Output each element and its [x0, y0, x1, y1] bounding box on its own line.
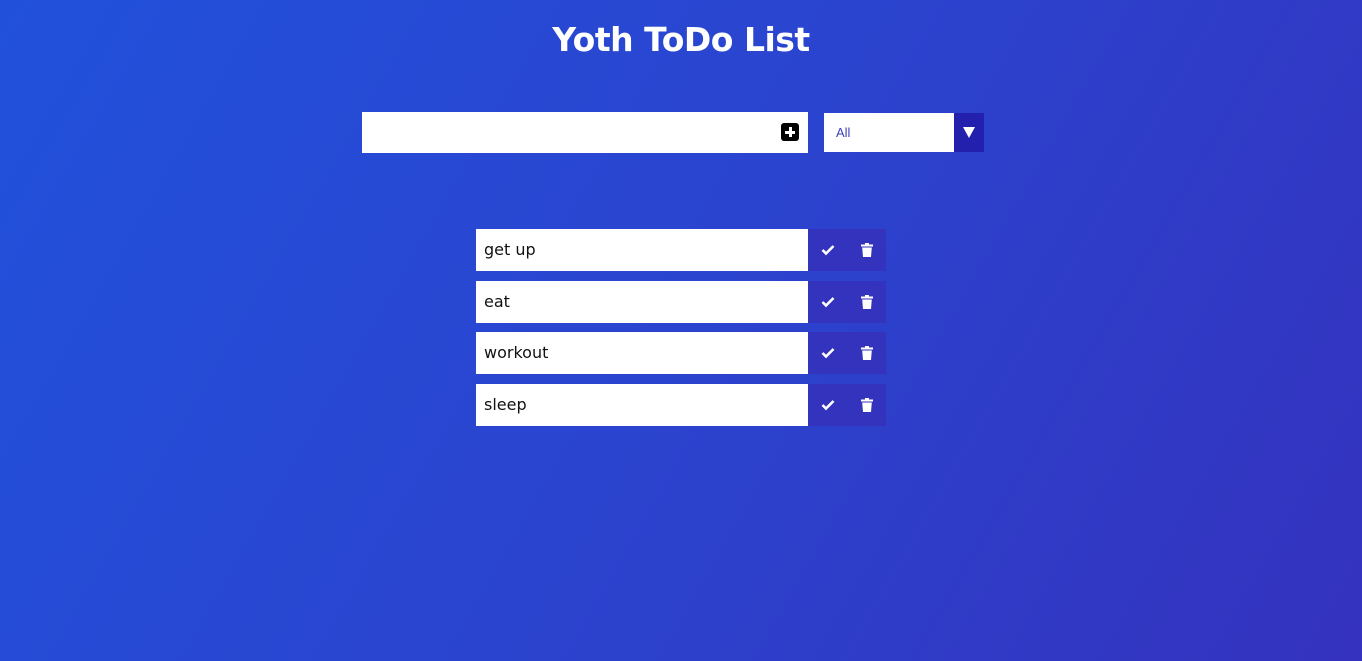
- trash-icon: [860, 243, 873, 257]
- todo-item: eat: [476, 280, 886, 323]
- todo-form: [362, 112, 808, 153]
- filter-select[interactable]: All: [824, 113, 984, 152]
- trash-icon: [860, 294, 873, 309]
- todo-text: get up: [476, 229, 808, 271]
- check-icon: [821, 400, 834, 411]
- check-icon: [821, 348, 834, 359]
- caret-down-icon[interactable]: [954, 113, 984, 152]
- check-icon: [821, 296, 834, 307]
- filter-selected-value: All: [836, 125, 851, 140]
- trash-icon: [860, 346, 873, 361]
- complete-button[interactable]: [808, 332, 847, 375]
- delete-button[interactable]: [847, 280, 886, 323]
- todo-text: eat: [476, 280, 808, 323]
- todo-item: get up: [476, 229, 886, 271]
- delete-button[interactable]: [847, 332, 886, 375]
- todo-list: get up eat workout sleep: [476, 229, 886, 436]
- todo-text: sleep: [476, 383, 808, 426]
- delete-button[interactable]: [847, 229, 886, 271]
- todo-item: sleep: [476, 383, 886, 426]
- todo-text: workout: [476, 332, 808, 375]
- complete-button[interactable]: [808, 280, 847, 323]
- check-icon: [821, 245, 834, 256]
- add-todo-button[interactable]: [781, 123, 799, 141]
- trash-icon: [860, 397, 873, 412]
- todo-item: workout: [476, 332, 886, 375]
- delete-button[interactable]: [847, 383, 886, 426]
- todo-input[interactable]: [362, 112, 772, 153]
- complete-button[interactable]: [808, 383, 847, 426]
- complete-button[interactable]: [808, 229, 847, 271]
- page-title: Yoth ToDo List: [552, 20, 810, 59]
